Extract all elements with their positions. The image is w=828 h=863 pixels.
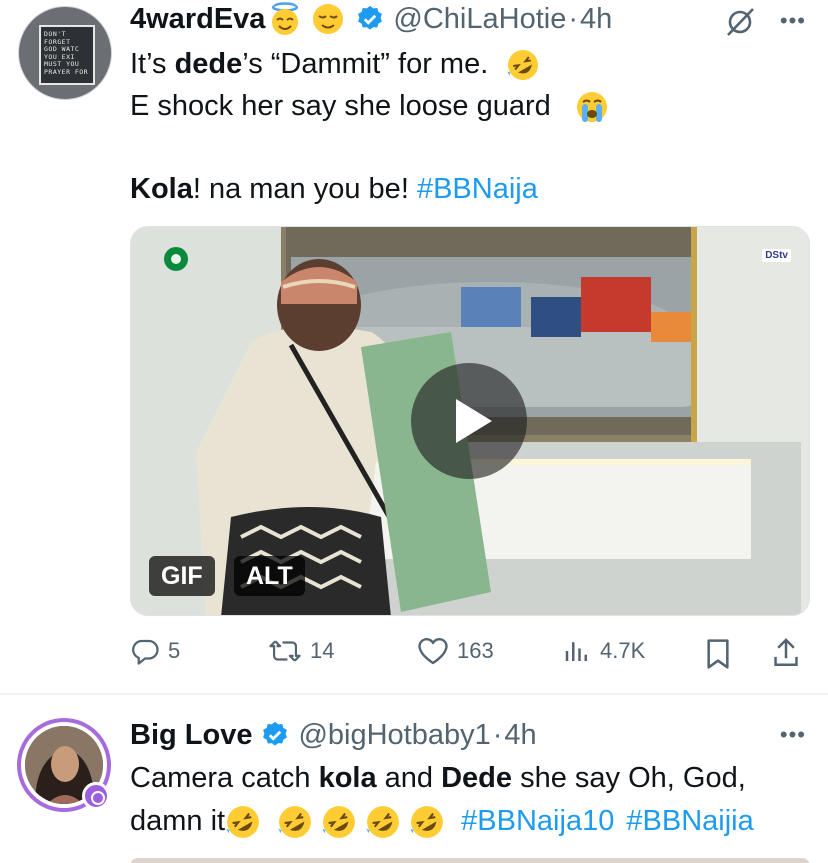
rolling-laughing-icon <box>277 806 311 839</box>
separator-dot: · <box>492 718 503 751</box>
hashtag-link[interactable]: #BBNaijia <box>626 805 753 837</box>
tweet-header: 4wardEva @ChiLaHotie · 4h <box>130 2 612 36</box>
loudly-crying-face-icon <box>576 92 607 123</box>
play-button[interactable] <box>411 363 527 479</box>
tweet-1[interactable]: DON'T FORGET GOD WATC YOU EXI MUST YOU P… <box>0 0 828 694</box>
alt-badge[interactable]: ALT <box>234 556 305 596</box>
rolling-laughing-icon <box>225 806 259 839</box>
more-icon[interactable]: ••• <box>780 722 806 748</box>
views-icon <box>565 642 587 661</box>
grok-icon[interactable] <box>723 5 757 39</box>
hashtag-link[interactable]: #BBNaija10 <box>461 805 614 837</box>
view-count: 4.7K <box>600 638 646 663</box>
like-icon <box>418 637 448 665</box>
tweet-text-line-2: damn it #BBNaija10 #BBNaijia <box>130 800 754 842</box>
bookmark-icon[interactable] <box>704 638 732 670</box>
like-count: 163 <box>457 638 494 663</box>
handle[interactable]: @bigHotbaby1 <box>298 719 490 752</box>
tweet-header: Big Love @bigHotbaby1 · 4h <box>130 718 537 752</box>
share-icon[interactable] <box>770 636 802 670</box>
tweet-text-line-1: It’s dede’s “Dammit” for me. <box>130 43 540 85</box>
action-bar: 5 14 163 4.7K <box>130 636 810 670</box>
retweet-icon <box>269 640 301 662</box>
reply-count: 5 <box>168 638 181 663</box>
tweet-divider <box>0 693 828 695</box>
views-button[interactable]: 4.7K <box>562 636 645 666</box>
more-icon[interactable]: ••• <box>780 8 806 34</box>
rolling-laughing-icon <box>507 50 539 81</box>
retweet-button[interactable]: 14 <box>268 636 334 666</box>
rolling-laughing-icon <box>321 806 355 839</box>
handle[interactable]: @ChiLaHotie <box>393 3 566 36</box>
next-media-edge <box>130 858 810 863</box>
tweet-2[interactable]: Big Love @bigHotbaby1 · 4h ••• Camera ca… <box>0 696 828 863</box>
display-name[interactable]: 4wardEva <box>130 3 265 36</box>
separator-dot: · <box>568 2 579 35</box>
like-button[interactable]: 163 <box>417 636 494 666</box>
reply-icon <box>132 639 159 665</box>
hashtag-link[interactable]: #BBNaija <box>417 173 538 205</box>
display-name[interactable]: Big Love <box>130 719 252 752</box>
gif-badge: GIF <box>149 556 215 596</box>
verified-badge-icon <box>263 721 288 746</box>
relieved-face-icon <box>313 4 344 34</box>
timestamp[interactable]: 4h <box>580 3 612 36</box>
tweet-text-line-1: Camera catch kola and Dede she say Oh, G… <box>130 762 746 794</box>
rolling-laughing-icon <box>409 806 443 839</box>
verified-badge-icon <box>358 5 383 30</box>
timestamp[interactable]: 4h <box>504 719 536 752</box>
tweet-text-line-3: Kola! na man you be! #BBNaija <box>130 173 538 205</box>
tweet-text-line-2: E shock her say she loose guard <box>130 85 609 127</box>
reply-button[interactable]: 5 <box>130 636 180 666</box>
rolling-laughing-icon <box>365 806 399 839</box>
smiling-face-with-halo-icon <box>272 2 299 35</box>
subscription-badge-icon <box>82 782 110 810</box>
channel-logo: DStv <box>762 249 791 262</box>
avatar-sign-image: DON'T FORGET GOD WATC YOU EXI MUST YOU P… <box>39 25 95 85</box>
retweet-count: 14 <box>310 638 335 663</box>
avatar[interactable]: DON'T FORGET GOD WATC YOU EXI MUST YOU P… <box>18 6 112 100</box>
